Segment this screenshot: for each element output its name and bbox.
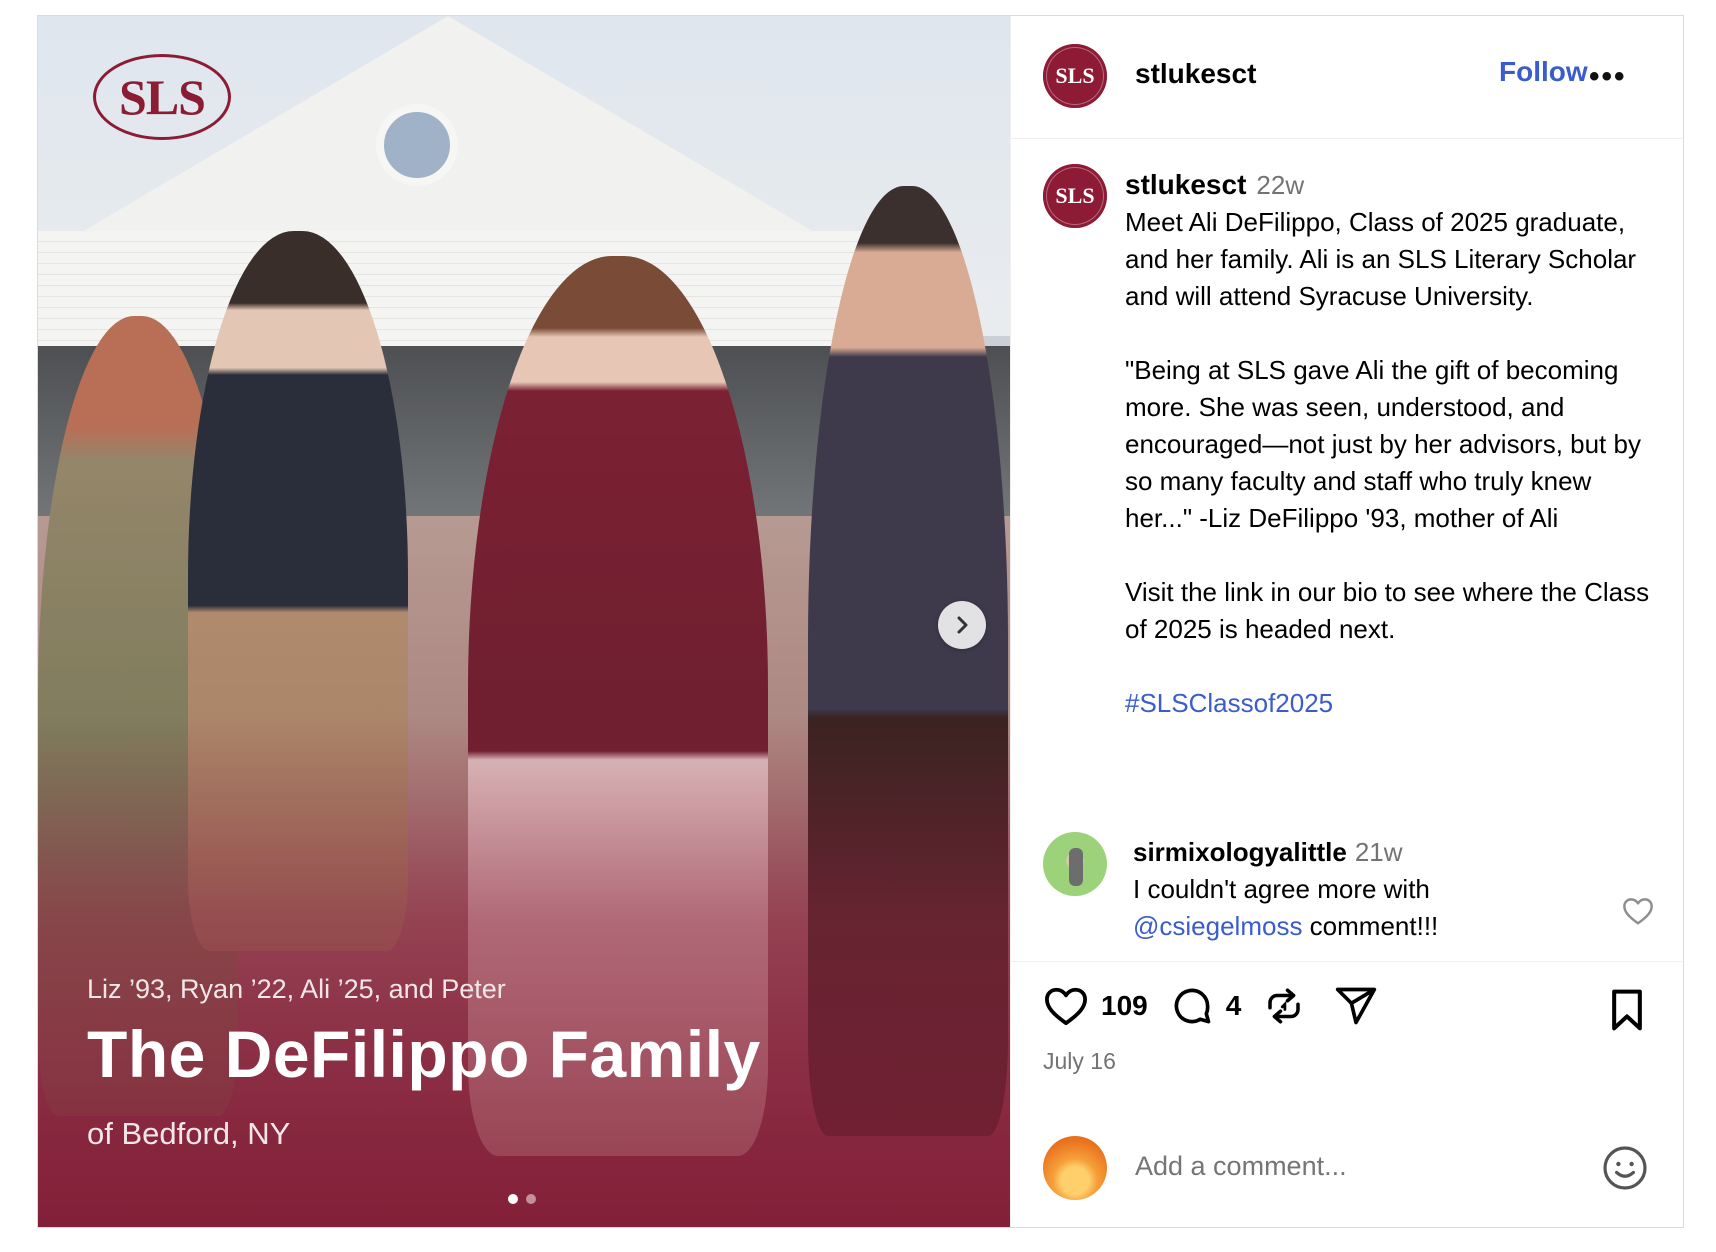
like-icon[interactable]: [1043, 985, 1089, 1027]
comment: sirmixologyalittle 21w I couldn't agree mo…: [1133, 834, 1613, 945]
next-slide-button[interactable]: [938, 601, 986, 649]
commenter-avatar[interactable]: [1043, 832, 1107, 896]
caption-avatar-text: SLS: [1055, 183, 1095, 208]
image-caption-names: Liz ’93, Ryan ’22, Ali ’25, and Peter: [87, 974, 506, 1004]
header-avatar[interactable]: SLS: [1043, 44, 1107, 108]
commenter-avatar-figure: [1069, 848, 1083, 886]
instagram-post: SLS Liz ’93, Ryan ’22, Ali ’25, and Pete…: [37, 15, 1684, 1228]
commenter-username[interactable]: sirmixologyalittle: [1133, 837, 1347, 867]
bookmark-icon[interactable]: [1607, 988, 1647, 1037]
header-avatar-text: SLS: [1055, 63, 1095, 88]
sls-logo: SLS: [93, 54, 231, 140]
chevron-right-icon: [957, 616, 968, 634]
post-side-panel: SLS stlukesct Follow ••• SLS stlukesct 22…: [1010, 16, 1683, 1227]
repost-icon[interactable]: [1263, 984, 1305, 1028]
current-user-avatar: [1043, 1136, 1107, 1200]
like-count[interactable]: 109: [1101, 990, 1148, 1022]
caption-hashtag[interactable]: #SLSClassof2025: [1125, 685, 1665, 722]
more-options-icon[interactable]: •••: [1589, 60, 1627, 94]
comment-time[interactable]: 21w: [1355, 837, 1403, 867]
action-bar: 109 4: [1043, 984, 1379, 1028]
add-comment-input[interactable]: [1133, 1150, 1557, 1183]
caption-paragraph-3: Visit the link in our bio to see where t…: [1125, 577, 1650, 644]
header-username[interactable]: stlukesct: [1135, 58, 1256, 90]
comment-mention[interactable]: @csiegelmoss: [1133, 911, 1302, 941]
image-caption-location: of Bedford, NY: [87, 1116, 291, 1151]
share-icon[interactable]: [1333, 984, 1379, 1028]
comment-text-before: I couldn't agree more with: [1133, 874, 1430, 904]
comment-count[interactable]: 4: [1226, 990, 1242, 1022]
caption-avatar[interactable]: SLS: [1043, 164, 1107, 228]
comment-icon[interactable]: [1170, 984, 1214, 1028]
emoji-icon[interactable]: [1601, 1144, 1649, 1197]
comment-text-after: comment!!!: [1302, 911, 1439, 941]
post-image[interactable]: SLS Liz ’93, Ryan ’22, Ali ’25, and Pete…: [38, 16, 1010, 1227]
caption-time[interactable]: 22w: [1256, 170, 1304, 200]
comment-like-icon[interactable]: [1621, 896, 1655, 931]
actions-divider: [1011, 961, 1682, 962]
follow-button[interactable]: Follow: [1499, 56, 1588, 88]
carousel-dot-active: [508, 1194, 518, 1204]
caption-paragraph-2: "Being at SLS gave Ali the gift of becom…: [1125, 355, 1641, 533]
carousel-dot: [526, 1194, 536, 1204]
caption-paragraph-1: Meet Ali DeFilippo, Class of 2025 gradua…: [1125, 207, 1637, 311]
post-date[interactable]: July 16: [1043, 1048, 1116, 1075]
post-caption: stlukesct 22w Meet Ali DeFilippo, Class of…: [1125, 166, 1665, 722]
caption-username[interactable]: stlukesct: [1125, 169, 1246, 200]
image-caption-title: The DeFilippo Family: [87, 1017, 761, 1091]
post-header: SLS stlukesct Follow •••: [1011, 16, 1682, 139]
image-round-window: [376, 104, 458, 186]
sls-logo-text: SLS: [119, 69, 206, 125]
carousel-dots: [508, 1194, 536, 1204]
